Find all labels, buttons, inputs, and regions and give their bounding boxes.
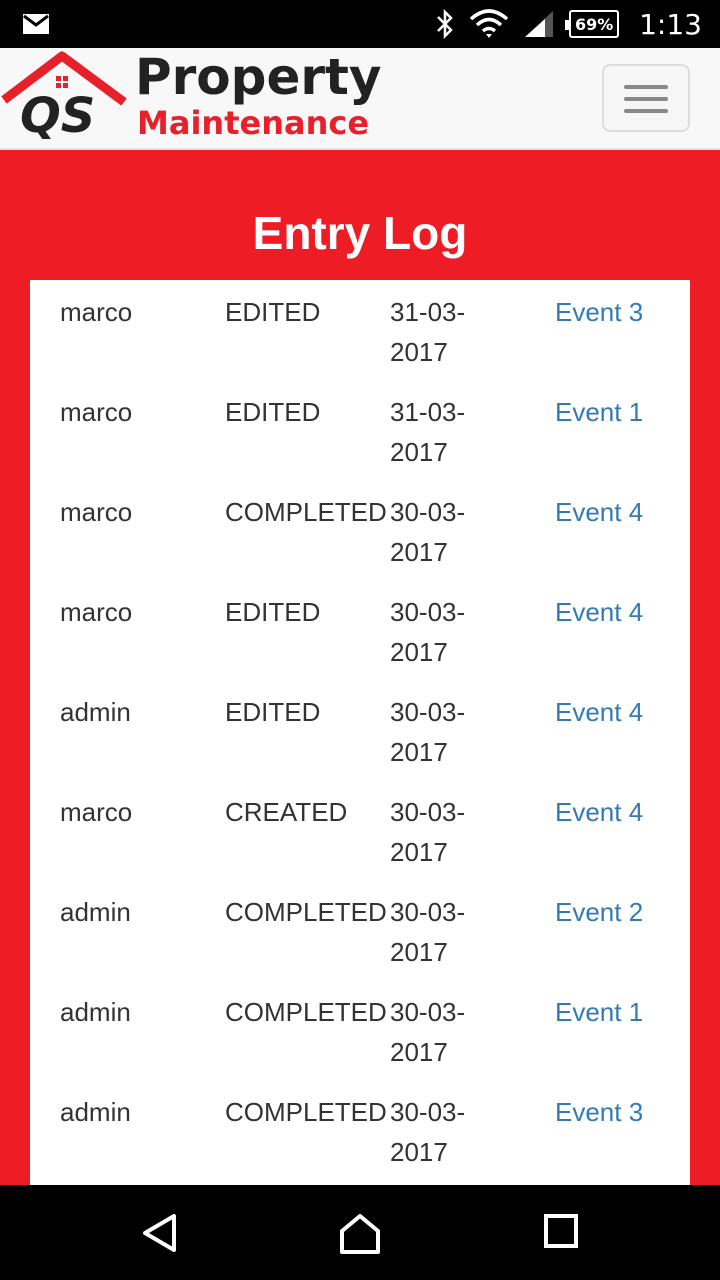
entry-action: COMPLETED — [225, 897, 387, 927]
signal-icon — [525, 11, 554, 37]
entry-event-link[interactable]: Event 3 — [555, 1092, 643, 1132]
entry-user: marco — [60, 597, 133, 627]
home-icon[interactable] — [338, 1213, 382, 1255]
entry-action: COMPLETED — [225, 997, 387, 1027]
clock: 1:13 — [639, 7, 702, 41]
hamburger-icon — [624, 85, 668, 89]
brand-logo[interactable]: QS Property Maintenance — [0, 48, 400, 148]
battery-level: 69% — [574, 14, 614, 34]
entry-event-link[interactable]: Event 1 — [555, 392, 643, 432]
entry-user: admin — [60, 997, 131, 1027]
entry-date: 30-03- 2017 — [390, 1097, 466, 1167]
entry-date: 30-03- 2017 — [390, 997, 466, 1067]
entry-user: marco — [60, 797, 133, 827]
brand-name-line2: Maintenance — [137, 104, 370, 142]
page-title: Entry Log — [252, 207, 468, 259]
entry-user: marco — [60, 397, 133, 427]
brand-mark: QS — [20, 88, 96, 144]
status-bar: 69% 1:13 — [0, 0, 720, 48]
table-row: marco CREATED 30-03- 2017 Event 4 — [30, 780, 690, 880]
table-row: admin COMPLETED 30-03- 2017 Event 3 — [30, 1080, 690, 1180]
entry-action: CREATED — [225, 797, 348, 827]
battery-indicator: 69% — [565, 10, 620, 38]
table-row: marco COMPLETED 30-03- 2017 Event 4 — [30, 480, 690, 580]
hamburger-icon — [624, 109, 668, 113]
entry-event-link[interactable]: Event 2 — [555, 892, 643, 932]
table-row: admin EDITED 30-03- 2017 Event 4 — [30, 680, 690, 780]
entry-event-link[interactable]: Event 1 — [555, 992, 643, 1032]
entry-date: 30-03- 2017 — [390, 797, 466, 867]
entry-action: EDITED — [225, 697, 321, 727]
entry-user: admin — [60, 1097, 131, 1127]
site-header: QS Property Maintenance — [0, 48, 720, 150]
entry-event-link[interactable]: Event 4 — [555, 492, 643, 532]
entry-action: EDITED — [225, 597, 321, 627]
brand-name-line1: Property — [135, 48, 382, 106]
back-icon[interactable] — [140, 1213, 180, 1253]
entry-event-link[interactable]: Event 4 — [555, 692, 643, 732]
hamburger-icon — [624, 97, 668, 101]
mail-icon — [23, 14, 49, 34]
menu-toggle-button[interactable] — [602, 64, 690, 132]
entry-user: admin — [60, 697, 131, 727]
entry-action: EDITED — [225, 397, 321, 427]
entry-action: COMPLETED — [225, 1097, 387, 1127]
entry-log-table[interactable]: marco EDITED 31-03- 2017 Event 3 marco ED… — [30, 280, 690, 1185]
entry-event-link[interactable]: Event 4 — [555, 792, 643, 832]
table-row: marco EDITED 31-03- 2017 Event 1 — [30, 380, 690, 480]
recents-icon[interactable] — [543, 1213, 579, 1249]
entry-date: 30-03- 2017 — [390, 597, 466, 667]
bluetooth-icon — [437, 9, 453, 39]
entry-date: 30-03- 2017 — [390, 897, 466, 967]
table-row: marco EDITED 31-03- 2017 Event 3 — [30, 280, 690, 380]
table-row: marco EDITED 30-03- 2017 Event 4 — [30, 580, 690, 680]
system-nav-bar — [0, 1185, 720, 1280]
entry-event-link[interactable]: Event 4 — [555, 592, 643, 632]
entry-date: 30-03- 2017 — [390, 697, 466, 767]
entry-action: COMPLETED — [225, 497, 387, 527]
entry-action: EDITED — [225, 297, 321, 327]
entry-event-link[interactable]: Event 3 — [555, 292, 643, 332]
wifi-icon — [469, 9, 509, 38]
entry-date: 30-03- 2017 — [390, 497, 466, 567]
entry-date: 31-03- 2017 — [390, 297, 466, 367]
entry-user: marco — [60, 497, 133, 527]
entry-user: marco — [60, 297, 133, 327]
entry-date: 31-03- 2017 — [390, 397, 466, 467]
table-row: admin COMPLETED 30-03- 2017 Event 2 — [30, 880, 690, 980]
entry-user: admin — [60, 897, 131, 927]
table-row: admin COMPLETED 30-03- 2017 Event 1 — [30, 980, 690, 1080]
